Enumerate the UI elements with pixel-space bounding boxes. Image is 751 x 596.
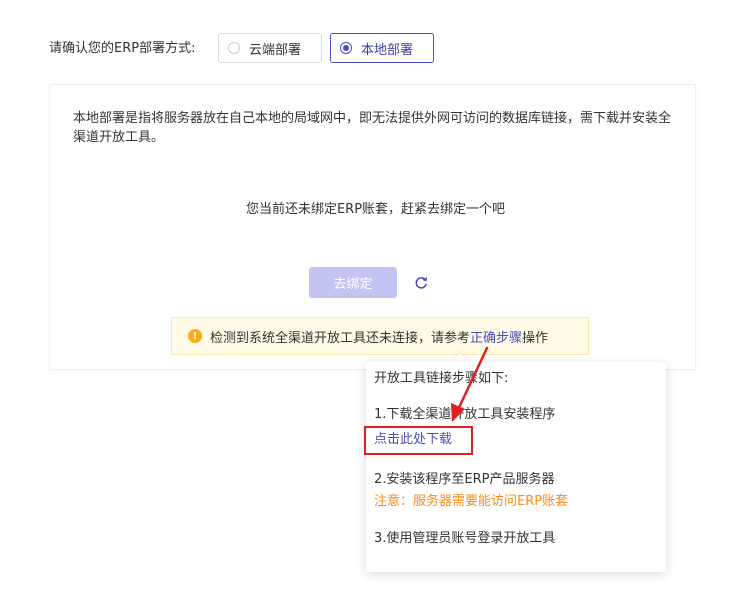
popover-title: 开放工具链接步骤如下: (374, 371, 509, 386)
empty-account-message: 您当前还未绑定ERP账套，赶紧去绑定一个吧 (245, 202, 506, 217)
correct-steps-link[interactable]: 正确步骤 (470, 327, 522, 346)
popover-step-2-note: 注意：服务器需要能访问ERP账套 (374, 494, 569, 509)
radio-cloud-label: 云端部署 (249, 42, 302, 58)
bind-button[interactable]: 去绑定 (309, 267, 397, 298)
radio-local-deploy[interactable]: 本地部署 (330, 33, 434, 63)
panel-description: 本地部署是指将服务器放在自己本地的局域网中，即无法提供外网可访问的数据库链接，需… (73, 111, 672, 145)
radio-checked-icon (340, 42, 352, 54)
popover-step-2: 2.安装该程序至ERP产品服务器 (374, 472, 555, 487)
connection-warning: ! 检测到系统全渠道开放工具还未连接，请参考 正确步骤 操作 (171, 317, 589, 355)
refresh-icon[interactable] (413, 275, 429, 291)
radio-cloud-deploy[interactable]: 云端部署 (218, 33, 322, 63)
warning-text-suffix: 操作 (522, 330, 549, 346)
popover-step-1: 1.下载全渠道开放工具安装程序 (374, 407, 556, 422)
radio-local-label: 本地部署 (361, 42, 414, 58)
deploy-method-label: 请确认您的ERP部署方式: (49, 41, 196, 56)
exclamation-circle-icon: ! (188, 329, 202, 343)
popover-step-3: 3.使用管理员账号登录开放工具 (374, 531, 556, 546)
radio-circle-icon (228, 42, 240, 54)
annotation-highlight-box (364, 426, 473, 455)
warning-text: 检测到系统全渠道开放工具还未连接，请参考 (210, 330, 471, 346)
